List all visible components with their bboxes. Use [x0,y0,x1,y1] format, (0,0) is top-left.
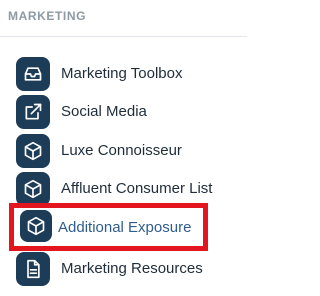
cube-icon [16,134,50,168]
menu-item-label: Marketing Resources [61,260,203,277]
menu-item-label: Affluent Consumer List [61,180,213,197]
menu-item-label: Luxe Connoisseur [61,142,182,159]
menu-item-affluent-consumer-list[interactable]: Affluent Consumer List [0,170,247,206]
external-link-icon [16,95,50,129]
marketing-sidebar: MARKETING Marketing Toolbox Social Media [0,0,247,296]
menu-item-marketing-toolbox[interactable]: Marketing Toolbox [0,55,247,91]
section-header: MARKETING [8,9,87,23]
cube-icon [16,172,50,206]
inbox-tray-icon [16,57,50,91]
document-icon [16,252,50,286]
menu-item-luxe-connoisseur[interactable]: Luxe Connoisseur [0,132,247,168]
menu-item-marketing-resources[interactable]: Marketing Resources [0,250,247,286]
menu-item-label: Social Media [61,103,147,120]
section-divider [0,36,247,37]
highlight-box [9,203,208,251]
menu-item-social-media[interactable]: Social Media [0,93,247,129]
menu-item-label: Marketing Toolbox [61,65,183,82]
